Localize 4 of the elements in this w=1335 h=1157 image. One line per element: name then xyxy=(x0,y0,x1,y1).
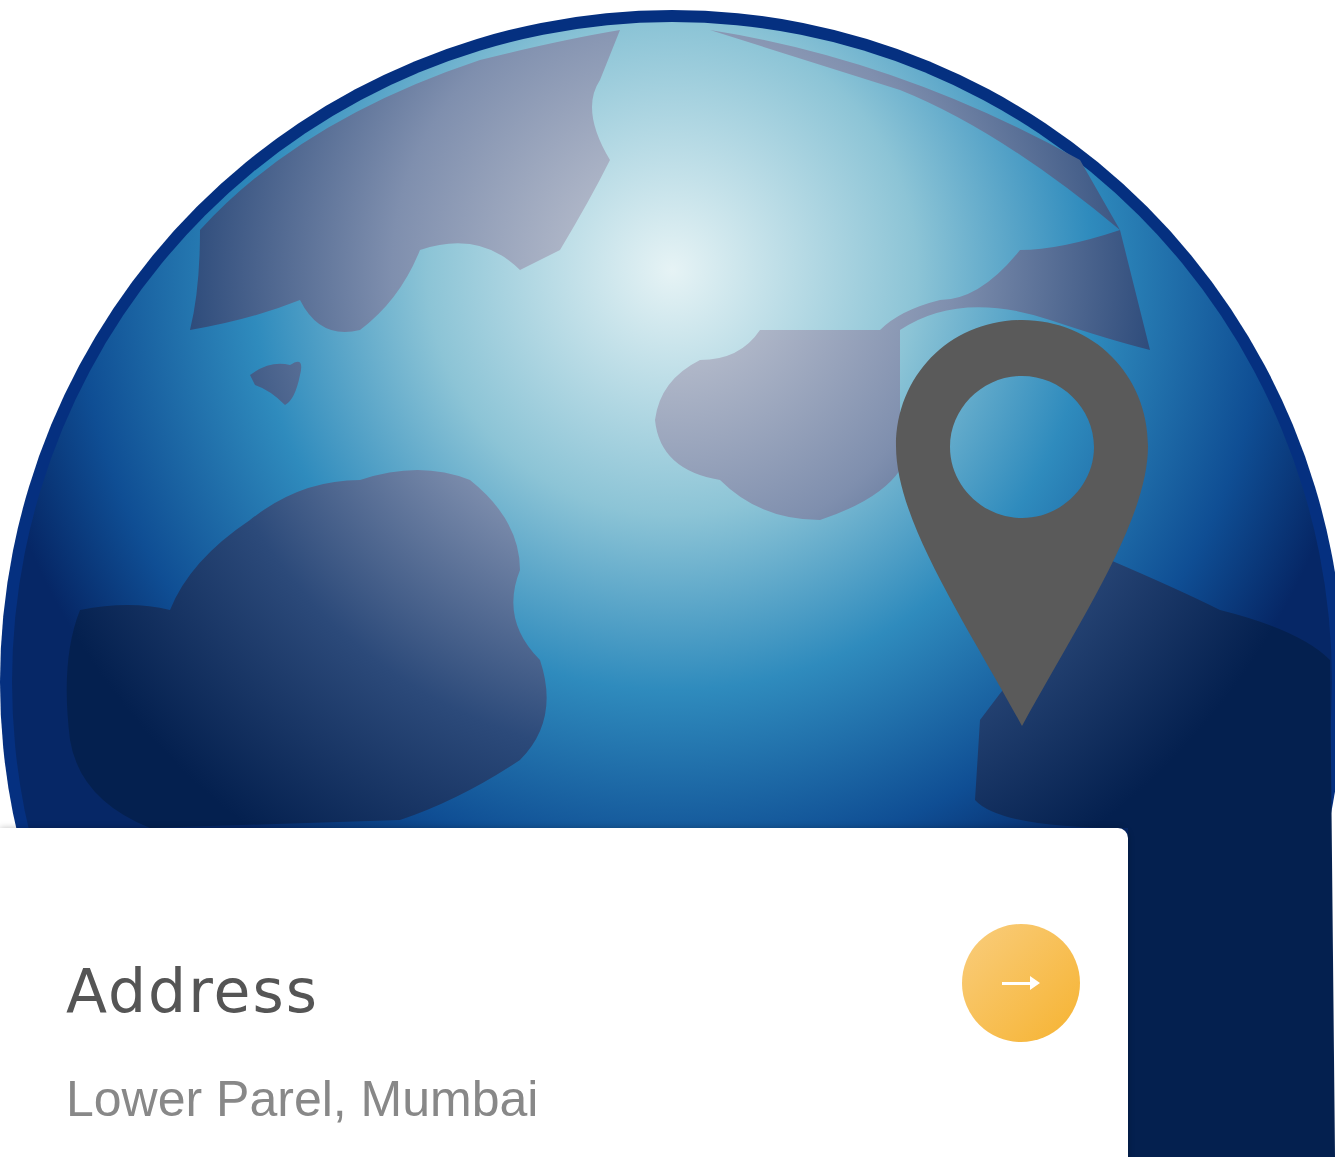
map-pin-icon xyxy=(896,320,1148,726)
arrow-icon xyxy=(1002,974,1040,992)
address-text: Lower Parel, Mumbai xyxy=(66,1070,540,1128)
card-title: Address xyxy=(66,956,319,1026)
